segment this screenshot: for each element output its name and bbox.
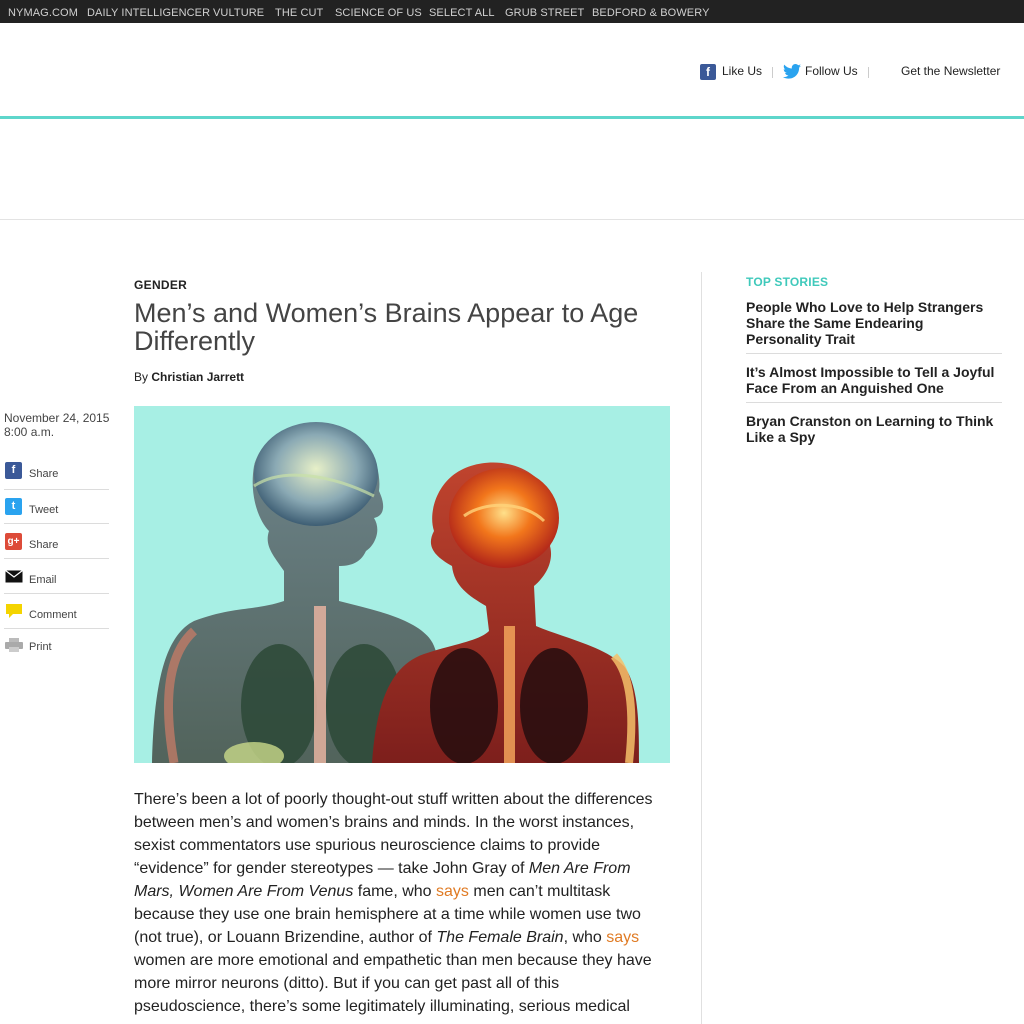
comment-label: Comment bbox=[29, 609, 77, 621]
article-hero-image bbox=[134, 406, 670, 763]
top-story-link[interactable]: Bryan Cranston on Learning to Think Like… bbox=[746, 413, 1002, 445]
body-text-segment: women are more emotional and empathetic … bbox=[134, 952, 652, 1015]
divider bbox=[746, 353, 1002, 354]
header-accent-rule bbox=[0, 116, 1024, 119]
nav-link-select-all[interactable]: SELECT ALL bbox=[429, 7, 495, 19]
nav-link-the-cut[interactable]: THE CUT bbox=[275, 7, 323, 19]
inline-link[interactable]: says bbox=[606, 929, 639, 946]
share-facebook-button[interactable]: f Share bbox=[4, 456, 109, 490]
share-email-button[interactable]: Email bbox=[4, 560, 109, 594]
brain-scan-illustration bbox=[152, 422, 639, 763]
facebook-icon[interactable]: f bbox=[700, 64, 716, 80]
article-dateline: November 24, 2015 8:00 a.m. bbox=[4, 411, 109, 439]
article-rubric[interactable]: GENDER bbox=[134, 278, 187, 292]
nav-link-vulture[interactable]: VULTURE bbox=[213, 7, 264, 19]
body-text-segment: , who bbox=[563, 929, 607, 946]
follow-us-link[interactable]: Follow Us bbox=[805, 64, 858, 78]
top-stories-heading: TOP STORIES bbox=[746, 275, 829, 289]
nav-link-science-of-us[interactable]: SCIENCE OF US bbox=[335, 7, 422, 19]
google-plus-icon: g+ bbox=[5, 533, 22, 550]
share-label: Email bbox=[29, 574, 57, 586]
share-label: Tweet bbox=[29, 504, 59, 516]
header-bottom-rule bbox=[0, 219, 1024, 220]
top-story-link[interactable]: People Who Love to Help Strangers Share … bbox=[746, 299, 1002, 347]
print-button[interactable]: Print bbox=[4, 628, 109, 662]
byline-prefix: By bbox=[134, 370, 149, 384]
nav-link-grub-street[interactable]: GRUB STREET bbox=[505, 7, 584, 19]
print-icon bbox=[5, 638, 23, 652]
article-headline: Men’s and Women’s Brains Appear to Age D… bbox=[134, 298, 639, 356]
nav-link-daily-intelligencer[interactable]: DAILY INTELLIGENCER bbox=[87, 7, 210, 19]
share-label: Share bbox=[29, 468, 59, 480]
body-text-segment: fame, who bbox=[353, 883, 437, 900]
divider bbox=[746, 402, 1002, 403]
newsletter-link[interactable]: Get the Newsletter bbox=[901, 64, 1000, 78]
publish-date: November 24, 2015 bbox=[4, 411, 110, 425]
inline-link[interactable]: says bbox=[436, 883, 469, 900]
divider bbox=[4, 558, 109, 559]
column-divider bbox=[701, 272, 702, 1024]
author-link[interactable]: Christian Jarrett bbox=[151, 370, 244, 384]
top-story-link[interactable]: It’s Almost Impossible to Tell a Joyful … bbox=[746, 364, 1002, 396]
comment-icon bbox=[6, 604, 22, 618]
comment-button[interactable]: Comment bbox=[4, 595, 109, 629]
divider bbox=[4, 593, 109, 594]
nav-link-nymag[interactable]: NYMAG.COM bbox=[8, 7, 78, 19]
site-nav-bar: NYMAG.COM DAILY INTELLIGENCER VULTURE TH… bbox=[0, 0, 1024, 23]
nav-link-bedford-bowery[interactable]: BEDFORD & BOWERY bbox=[592, 7, 710, 19]
twitter-icon[interactable] bbox=[783, 64, 801, 79]
twitter-icon: t bbox=[5, 498, 22, 515]
share-label: Share bbox=[29, 539, 59, 551]
email-icon bbox=[5, 570, 23, 583]
divider bbox=[868, 67, 869, 78]
divider bbox=[4, 523, 109, 524]
publish-time: 8:00 a.m. bbox=[4, 425, 55, 439]
book-title: The Female Brain bbox=[436, 929, 564, 946]
byline: By Christian Jarrett bbox=[134, 370, 244, 384]
facebook-icon: f bbox=[5, 462, 22, 479]
article-body-paragraph: There’s been a lot of poorly thought-out… bbox=[134, 788, 664, 1018]
like-us-link[interactable]: Like Us bbox=[722, 64, 762, 78]
divider bbox=[772, 67, 773, 78]
print-label: Print bbox=[29, 641, 52, 653]
share-google-plus-button[interactable]: g+ Share bbox=[4, 525, 109, 559]
share-twitter-button[interactable]: t Tweet bbox=[4, 490, 109, 524]
